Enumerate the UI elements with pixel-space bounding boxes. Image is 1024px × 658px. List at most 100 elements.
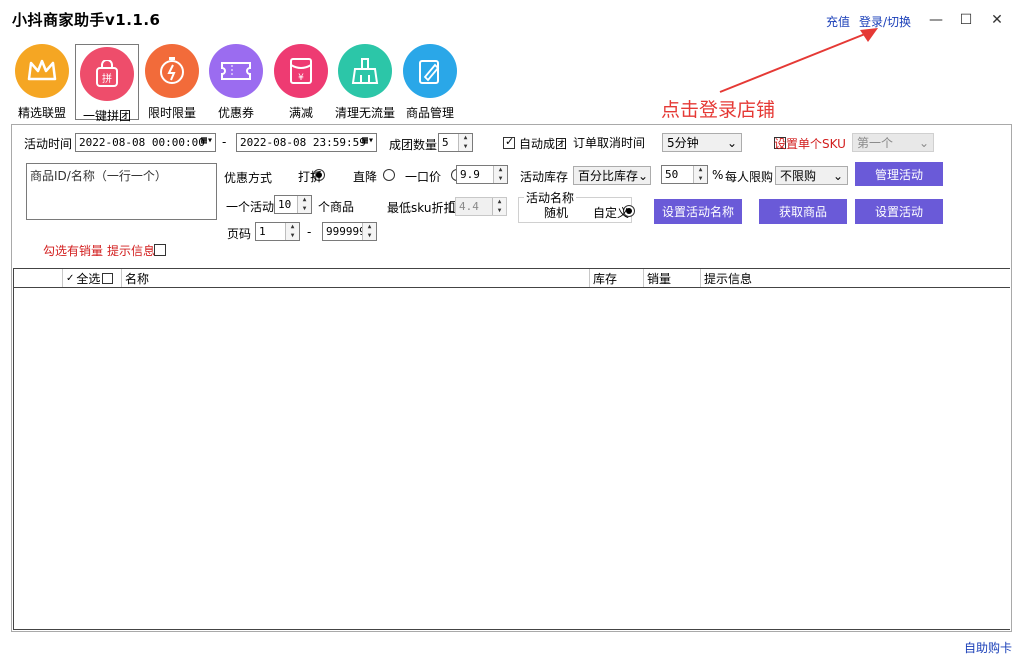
calendar-icon: ▦▾ bbox=[200, 135, 213, 146]
products-unit-label: 个商品 bbox=[318, 200, 355, 214]
nav-label: 限时限量 bbox=[147, 106, 196, 120]
product-id-textarea[interactable]: 商品ID/名称（一行一个） bbox=[26, 163, 217, 220]
discount-envelope-icon: ¥ bbox=[274, 44, 328, 98]
nav-item-full-reduction[interactable]: ¥ 满减 bbox=[271, 44, 331, 120]
discount-value-stepper[interactable]: 9.9 ▲ ▼ bbox=[456, 165, 508, 184]
select-all-checkbox[interactable] bbox=[102, 272, 114, 284]
stock-mode-value: 百分比库存 bbox=[578, 169, 639, 183]
per-activity-value: 10 bbox=[278, 198, 292, 211]
maximize-button[interactable]: ☐ bbox=[956, 10, 976, 30]
stepper-arrows-icon[interactable]: ▲ ▼ bbox=[693, 166, 707, 183]
nav-item-product-manage[interactable]: 商品管理 bbox=[400, 44, 460, 120]
chevron-down-icon: ⌄ bbox=[726, 135, 737, 150]
minimize-icon: — bbox=[929, 12, 943, 28]
single-sku-value: 第一个 bbox=[857, 136, 894, 150]
nav-label: 商品管理 bbox=[405, 106, 454, 120]
timer-icon bbox=[145, 44, 199, 98]
set-activity-button[interactable]: 设置活动 bbox=[855, 199, 943, 224]
manage-activity-button[interactable]: 管理活动 bbox=[855, 162, 943, 186]
minimize-button[interactable]: — bbox=[926, 10, 946, 30]
stock-percent-stepper[interactable]: 50 ▲ ▼ bbox=[661, 165, 708, 184]
product-table[interactable]: ✓ 全选 名称 库存 销量 提示信息 bbox=[13, 268, 1010, 630]
mode-fixed-label: 一口价 bbox=[405, 170, 442, 184]
get-products-button[interactable]: 获取商品 bbox=[759, 199, 847, 224]
min-sku-label: 最低sku折扣 bbox=[387, 201, 456, 215]
per-limit-select[interactable]: 不限购 ⌄ bbox=[775, 166, 848, 185]
group-count-stepper[interactable]: 5 ▲ ▼ bbox=[438, 133, 473, 152]
stepper-arrows-icon[interactable]: ▲ ▼ bbox=[493, 166, 507, 183]
end-time-picker[interactable]: 2022-08-08 23:59:59 ▦▾ bbox=[236, 133, 377, 152]
nav-label: 优惠券 bbox=[217, 106, 254, 120]
check-mark-icon: ✓ bbox=[66, 272, 75, 284]
group-buy-icon: 拼 bbox=[80, 47, 134, 101]
calendar-icon: ▦▾ bbox=[361, 135, 374, 146]
time-separator: - bbox=[222, 135, 227, 149]
percent-sign: % bbox=[712, 168, 724, 182]
nav-item-group-buy[interactable]: 拼 一键拼团 bbox=[75, 44, 139, 123]
start-time-picker[interactable]: 2022-08-08 00:00:00 ▦▾ bbox=[75, 133, 216, 152]
per-activity-stepper[interactable]: 10 ▲ ▼ bbox=[274, 195, 312, 214]
nav-item-clean-no-traffic[interactable]: 清理无流量 bbox=[335, 44, 395, 120]
column-header-sales: 销量 bbox=[644, 269, 701, 287]
mode-discount-label: 打折 bbox=[298, 170, 323, 184]
discount-value: 9.9 bbox=[460, 168, 480, 181]
stepper-arrows-icon[interactable]: ▲ ▼ bbox=[458, 134, 472, 151]
order-cancel-label: 订单取消时间 bbox=[573, 136, 646, 150]
nav-item-flash-sale[interactable]: 限时限量 bbox=[142, 44, 202, 120]
column-header-hint: 提示信息 bbox=[704, 272, 753, 286]
product-id-placeholder: 商品ID/名称（一行一个） bbox=[30, 169, 167, 183]
maximize-icon: ☐ bbox=[959, 12, 973, 28]
per-limit-label: 每人限购 bbox=[725, 170, 774, 184]
end-time-value: 2022-08-08 23:59:59 bbox=[240, 136, 366, 149]
broom-icon bbox=[338, 44, 392, 98]
self-service-card-link[interactable]: 自助购卡 bbox=[964, 639, 1012, 656]
hint-label: 提示信息 bbox=[107, 244, 156, 258]
svg-text:¥: ¥ bbox=[298, 73, 304, 83]
nav-label: 满减 bbox=[288, 106, 313, 120]
stepper-arrows-icon[interactable]: ▲ ▼ bbox=[362, 223, 376, 240]
mode-reduce-label: 直降 bbox=[353, 170, 378, 184]
column-header-stock: 库存 bbox=[590, 269, 644, 287]
svg-text:拼: 拼 bbox=[102, 72, 112, 85]
page-from-stepper[interactable]: 1 ▲ ▼ bbox=[255, 222, 300, 241]
column-header-select-all[interactable]: ✓ 全选 bbox=[63, 269, 122, 287]
order-cancel-value: 5分钟 bbox=[667, 136, 699, 150]
single-sku-label: 设置单个SKU bbox=[774, 137, 846, 151]
page-label: 页码 bbox=[227, 227, 252, 241]
stepper-arrows-icon[interactable]: ▲ ▼ bbox=[492, 198, 506, 215]
close-button[interactable]: ✕ bbox=[987, 10, 1007, 30]
discount-mode-label: 优惠方式 bbox=[224, 171, 273, 185]
chevron-down-icon: ⌄ bbox=[638, 168, 649, 183]
set-activity-name-button[interactable]: 设置活动名称 bbox=[654, 199, 742, 224]
min-sku-stepper[interactable]: 4.4 ▲ ▼ bbox=[455, 197, 507, 216]
stepper-arrows-icon[interactable]: ▲ ▼ bbox=[285, 223, 299, 240]
crown-icon bbox=[15, 44, 69, 98]
edit-icon bbox=[403, 44, 457, 98]
per-limit-value: 不限购 bbox=[780, 169, 817, 183]
table-header: ✓ 全选 名称 库存 销量 提示信息 bbox=[14, 269, 1010, 288]
activity-time-label: 活动时间 bbox=[24, 137, 73, 151]
auto-group-checkbox[interactable] bbox=[503, 135, 515, 149]
app-title: 小抖商家助手v1.1.6 bbox=[12, 11, 161, 29]
group-count-value: 5 bbox=[442, 136, 449, 149]
column-header-name: 名称 bbox=[122, 269, 590, 287]
order-cancel-select[interactable]: 5分钟 ⌄ bbox=[662, 133, 742, 152]
nav-item-coupon[interactable]: 优惠券 bbox=[206, 44, 266, 120]
nav-item-selected-alliance[interactable]: 精选联盟 bbox=[12, 44, 72, 120]
annotation-text: 点击登录店铺 bbox=[661, 99, 776, 121]
sold-checkbox[interactable] bbox=[153, 244, 166, 256]
nav-label: 精选联盟 bbox=[17, 106, 66, 120]
start-time-value: 2022-08-08 00:00:00 bbox=[79, 136, 205, 149]
stock-mode-select[interactable]: 百分比库存 ⌄ bbox=[573, 166, 651, 185]
name-custom-label: 自定义 bbox=[593, 206, 630, 220]
stepper-arrows-icon[interactable]: ▲ ▼ bbox=[297, 196, 311, 213]
min-sku-value: 4.4 bbox=[459, 200, 479, 213]
coupon-icon bbox=[209, 44, 263, 98]
name-random-label: 随机 bbox=[544, 206, 569, 220]
page-to-stepper[interactable]: 999999 ▲ ▼ bbox=[322, 222, 377, 241]
single-sku-select[interactable]: 第一个 ⌄ bbox=[852, 133, 934, 152]
select-all-label: 全选 bbox=[76, 271, 101, 286]
chevron-down-icon: ⌄ bbox=[832, 168, 843, 183]
page-separator: - bbox=[307, 225, 312, 239]
close-icon: ✕ bbox=[991, 12, 1003, 28]
